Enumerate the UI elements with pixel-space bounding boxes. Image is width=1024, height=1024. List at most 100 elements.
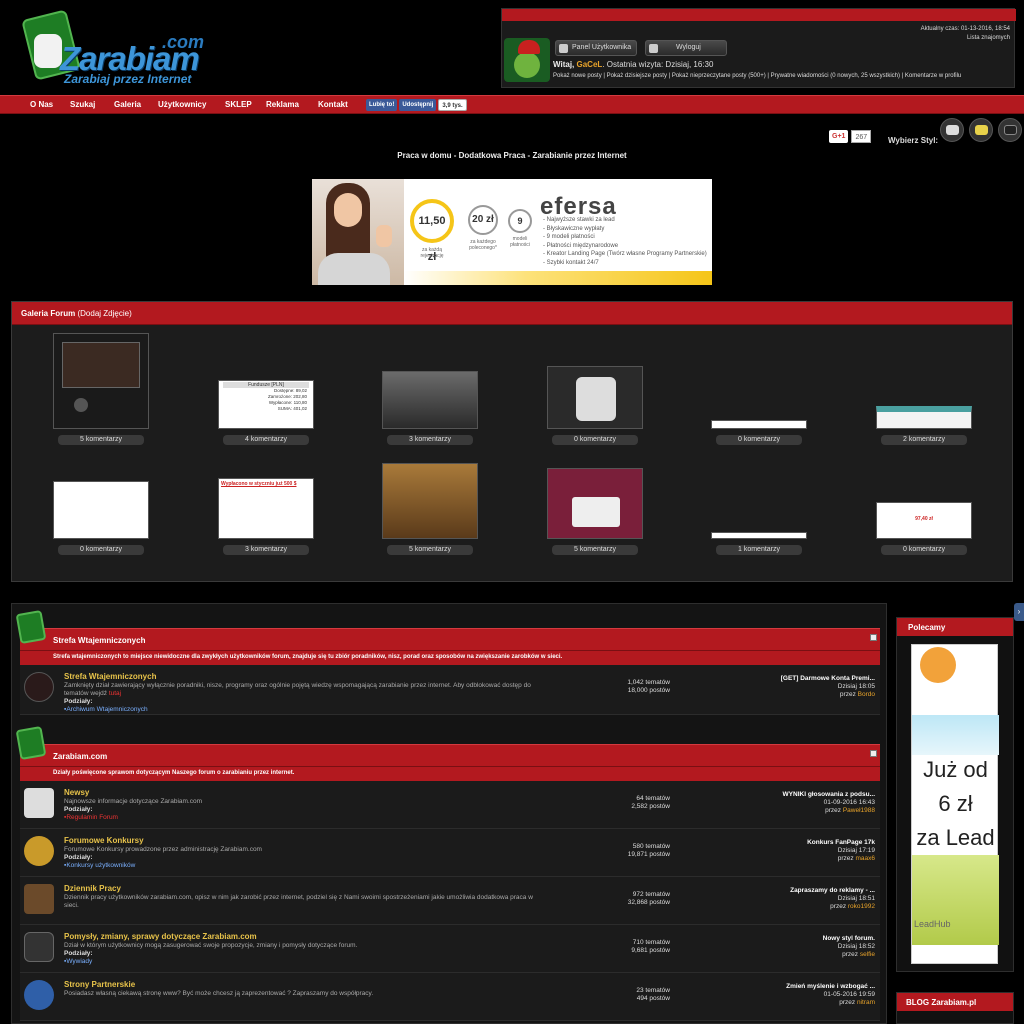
gallery-comments[interactable]: 0 komentarzy — [716, 435, 802, 445]
category-header[interactable]: Strefa Wtajemniczonych — [20, 628, 880, 650]
gallery-item[interactable]: 0 komentarzy — [711, 420, 807, 445]
forum-row: Strony Partnerskie Posiadasz własną ciek… — [20, 973, 880, 1021]
gallery-comments[interactable]: 3 komentarzy — [387, 435, 473, 445]
style-button-light[interactable] — [940, 118, 964, 142]
nav-reklama[interactable]: Reklama — [266, 100, 299, 109]
avatar[interactable] — [504, 38, 550, 82]
add-photo-link[interactable]: (Dodaj Zdjęcie) — [77, 309, 131, 318]
gplus-button[interactable]: G+1 — [829, 130, 849, 143]
gallery-comments[interactable]: 5 komentarzy — [387, 545, 473, 555]
friends-link[interactable]: Lista znajomych — [921, 34, 1010, 43]
forum-row: Forumowe Konkursy Forumowe Konkursy prow… — [20, 829, 880, 877]
subforum-link[interactable]: Archiwum Wtajemniczonych — [66, 706, 147, 713]
gallery-item[interactable]: Wypłacono w styczniu już 500 $ 3 komenta… — [218, 478, 314, 555]
gallery-thumb[interactable] — [547, 366, 643, 429]
gallery-item[interactable]: 0 komentarzy — [547, 366, 643, 445]
nav-uzytkownicy[interactable]: Użytkownicy — [158, 100, 206, 109]
last-post-by: przez — [837, 855, 854, 862]
gallery-item[interactable]: 2 komentarzy — [876, 406, 972, 445]
category-title[interactable]: Zarabiam.com — [53, 752, 107, 761]
style-preview-icon — [946, 125, 959, 135]
gallery-comments[interactable]: 0 komentarzy — [881, 545, 967, 555]
gallery-item[interactable]: 3 komentarzy — [382, 371, 478, 445]
gallery-item[interactable]: 1 komentarzy — [711, 532, 807, 555]
subforum-link[interactable]: Konkursy użytkowników — [66, 862, 135, 869]
last-post-user[interactable]: nitram — [857, 999, 875, 1006]
forum-title[interactable]: Forumowe Konkursy — [64, 836, 144, 845]
last-post-user[interactable]: Bordo — [858, 691, 875, 698]
fb-like-button[interactable]: Lubię to! — [366, 99, 398, 111]
gallery-thumb[interactable] — [53, 481, 149, 539]
gallery-item[interactable]: Fundusze [PLN] Dostępne: 89,02 Zamrożone… — [218, 380, 314, 445]
nav-szukaj[interactable]: Szukaj — [70, 100, 95, 109]
banner-circle-1-sub: za każdą rejestrację — [420, 247, 444, 259]
nav-sklep[interactable]: SKLEP — [225, 100, 252, 109]
subforum-link[interactable]: Regulamin Forum — [66, 814, 118, 821]
panel-button[interactable]: Panel Użytkownika — [555, 40, 637, 56]
thumb-mouse — [74, 398, 88, 412]
gallery-comments[interactable]: 0 komentarzy — [552, 435, 638, 445]
collapse-icon[interactable] — [870, 750, 877, 757]
username-link[interactable]: GaCeL — [577, 60, 603, 69]
fb-share-button[interactable]: Udostępnij — [399, 99, 437, 111]
quick-links[interactable]: Pokaż nowe posty | Pokaż dzisiejsze post… — [553, 73, 961, 79]
gallery-thumb[interactable] — [382, 371, 478, 429]
last-post-user[interactable]: selfie — [860, 951, 875, 958]
subforum-link[interactable]: Wywiady — [66, 958, 92, 965]
last-post-title[interactable]: Konkurs FanPage 17k — [720, 839, 875, 847]
briefcase-icon — [24, 932, 54, 962]
gallery-comments[interactable]: 2 komentarzy — [881, 435, 967, 445]
ad-banner[interactable]: 11,50 zł za każdą rejestrację 20 zł za k… — [312, 179, 712, 285]
blog-title[interactable]: BLOG Zarabiam.pl — [897, 993, 1013, 1011]
gallery-thumb[interactable]: Fundusze [PLN] Dostępne: 89,02 Zamrożone… — [218, 380, 314, 429]
nav-kontakt[interactable]: Kontakt — [318, 100, 348, 109]
chevron-right-icon[interactable]: › — [1014, 603, 1024, 621]
gallery-thumb[interactable] — [547, 468, 643, 539]
style-button-yellow[interactable] — [969, 118, 993, 142]
user-panel-bar — [502, 9, 1016, 21]
last-post-user[interactable]: Paweł1988 — [843, 807, 875, 814]
gallery-comments[interactable]: 1 komentarzy — [716, 545, 802, 555]
gallery-thumb[interactable] — [53, 333, 149, 429]
gallery-comments[interactable]: 0 komentarzy — [58, 545, 144, 555]
forum-title[interactable]: Newsy — [64, 788, 89, 797]
gallery-item[interactable]: 5 komentarzy — [382, 463, 478, 555]
forum-title[interactable]: Strefa Wtajemniczonych — [64, 672, 156, 681]
gallery-comments[interactable]: 4 komentarzy — [223, 435, 309, 445]
last-post-title[interactable]: WYNIKI głosowania z podsu... — [720, 791, 875, 799]
gallery-comments[interactable]: 5 komentarzy — [58, 435, 144, 445]
nav-galeria[interactable]: Galeria — [114, 100, 141, 109]
gallery-thumb[interactable] — [711, 420, 807, 429]
gallery-item[interactable]: 97,40 zł 0 komentarzy — [876, 502, 972, 555]
collapse-icon[interactable] — [870, 634, 877, 641]
last-post-title[interactable]: [GET] Darmowe Konta Premi... — [720, 675, 875, 683]
style-button-dark[interactable] — [998, 118, 1022, 142]
nav-o-nas[interactable]: O Nas — [30, 100, 53, 109]
gallery-thumb[interactable] — [711, 532, 807, 539]
forum-title[interactable]: Dziennik Pracy — [64, 884, 121, 893]
category-header[interactable]: Zarabiam.com — [20, 744, 880, 766]
category-title[interactable]: Strefa Wtajemniczonych — [53, 636, 145, 645]
logout-button[interactable]: Wyloguj — [645, 40, 727, 56]
gallery-thumb[interactable]: 97,40 zł — [876, 502, 972, 539]
last-post-user[interactable]: roko1992 — [848, 903, 875, 910]
gallery-item[interactable]: 5 komentarzy — [53, 333, 149, 445]
gallery-thumb[interactable]: Wypłacono w styczniu już 500 $ — [218, 478, 314, 539]
sidebar-ad[interactable]: Już od 6 zł za Lead LeadHub — [911, 644, 999, 964]
unlock-link[interactable]: tutaj — [109, 690, 121, 697]
site-logo[interactable]: .com Zarabiam Zarabiaj przez Internet — [21, 9, 222, 86]
last-post-user[interactable]: maax6 — [855, 855, 875, 862]
gallery-comments[interactable]: 5 komentarzy — [552, 545, 638, 555]
last-post-title[interactable]: Zmień myślenie i wzbogać ... — [720, 983, 875, 991]
last-post-title[interactable]: Nowy styl forum. — [720, 935, 875, 943]
last-post-title[interactable]: Zapraszamy do reklamy - ... — [720, 887, 875, 895]
forum-title[interactable]: Pomysły, zmiany, sprawy dotyczące Zarabi… — [64, 932, 257, 941]
gallery-comments[interactable]: 3 komentarzy — [223, 545, 309, 555]
forum-title[interactable]: Strony Partnerskie — [64, 980, 135, 989]
gallery-thumb[interactable] — [876, 406, 972, 429]
gallery-item[interactable]: 0 komentarzy — [53, 481, 149, 555]
style-label: Wybierz Styl: — [888, 136, 939, 145]
gallery-thumb[interactable] — [382, 463, 478, 539]
gallery-item[interactable]: 5 komentarzy — [547, 468, 643, 555]
post-count: 19,871 postów — [627, 851, 670, 858]
